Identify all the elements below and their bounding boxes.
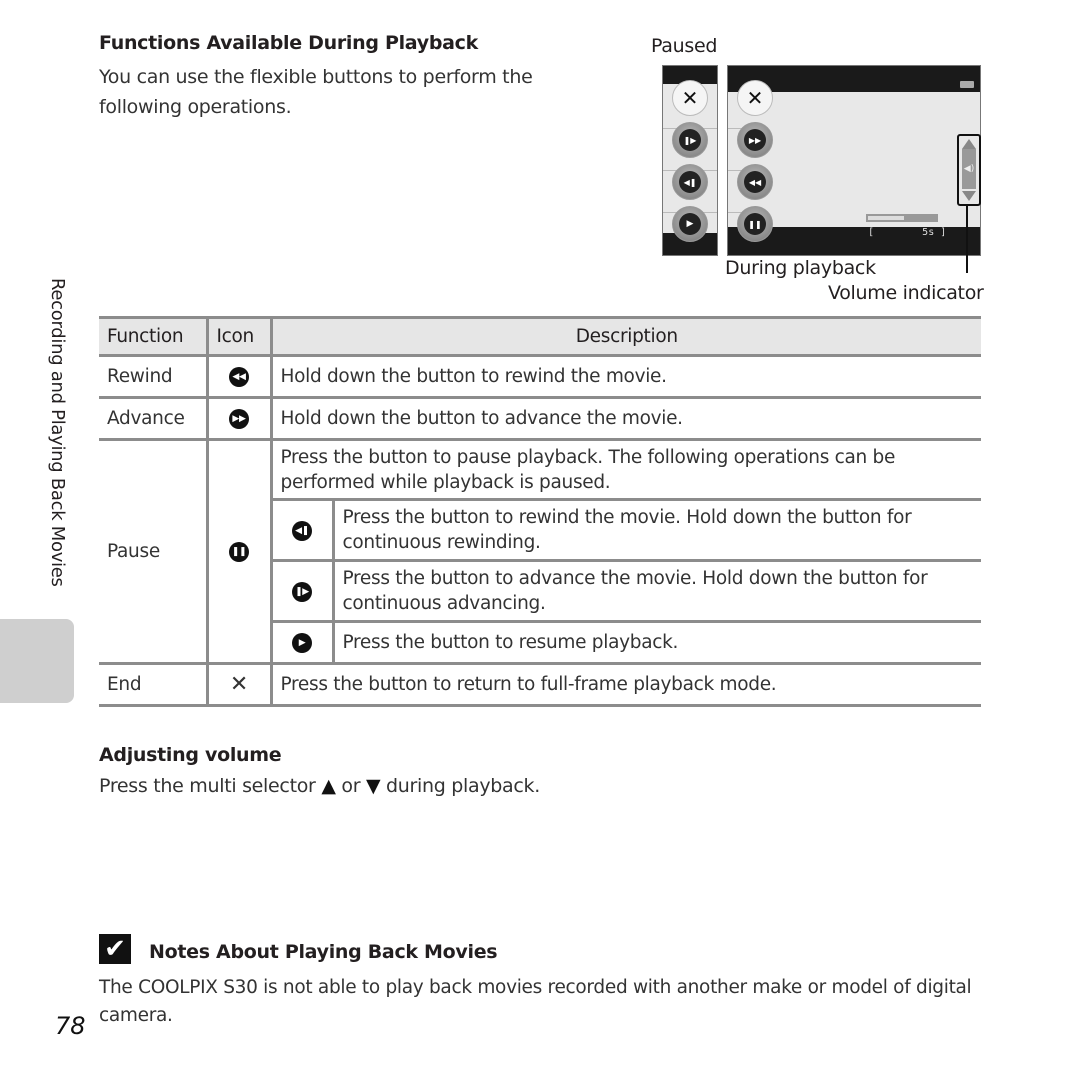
paused-label: Paused xyxy=(651,35,718,57)
function-name: Rewind xyxy=(99,354,207,399)
speaker-icon: ◀) xyxy=(962,149,976,189)
description: Press the button to pause playback. The … xyxy=(269,438,981,501)
section-title: Functions Available During Playback xyxy=(99,32,478,54)
progress-bar xyxy=(866,214,938,222)
check-icon: ✔ xyxy=(99,934,131,964)
up-arrow-icon: ▲ xyxy=(321,775,336,797)
frame-advance-icon: ❚▶ xyxy=(672,122,708,158)
description: Press the button to resume playback. xyxy=(331,620,981,665)
header-description: Description xyxy=(269,316,981,357)
table-header-row: Function Icon Description xyxy=(99,316,981,357)
description: Hold down the button to advance the movi… xyxy=(269,396,981,441)
time-display: [ 5s ] xyxy=(868,227,947,238)
paused-screen: ✕ ❚▶ ◀❚ ▶ xyxy=(662,65,718,256)
during-playback-label: During playback xyxy=(725,257,876,279)
advance-icon: ▶▶ xyxy=(205,396,271,441)
play-icon: ▶ xyxy=(269,620,333,665)
table-row: End ✕ Press the button to return to full… xyxy=(99,662,981,707)
description: Press the button to return to full-frame… xyxy=(269,662,981,707)
notes-heading: Notes About Playing Back Movies xyxy=(149,941,498,963)
close-icon: ✕ xyxy=(737,80,773,116)
chapter-side-label: Recording and Playing Back Movies xyxy=(47,278,68,587)
rewind-icon: ◀◀ xyxy=(205,354,271,399)
frame-rewind-icon: ◀❚ xyxy=(672,164,708,200)
volume-text: Press the multi selector ▲ or ▼ during p… xyxy=(99,775,540,797)
table-row: Advance ▶▶ Hold down the button to advan… xyxy=(99,396,981,441)
volume-indicator-label: Volume indicator xyxy=(828,282,984,304)
battery-icon xyxy=(960,81,974,88)
header-icon: Icon xyxy=(205,316,271,357)
pause-icon: ❚❚ xyxy=(737,206,773,242)
function-name: Pause xyxy=(99,438,207,665)
notes-text: The COOLPIX S30 is not able to play back… xyxy=(99,977,972,1026)
volume-heading: Adjusting volume xyxy=(99,744,282,766)
description: Press the button to advance the movie. H… xyxy=(331,559,981,623)
close-icon: ✕ xyxy=(205,662,271,707)
page-number: 78 xyxy=(55,1012,86,1040)
down-arrow-icon: ▼ xyxy=(365,775,381,797)
progress-fill xyxy=(868,216,904,220)
play-icon: ▶ xyxy=(672,206,708,242)
function-name: End xyxy=(99,662,207,707)
callout-line xyxy=(966,205,968,273)
function-name: Advance xyxy=(99,396,207,441)
advance-icon: ▶▶ xyxy=(737,122,773,158)
frame-advance-icon: ❚▶ xyxy=(269,559,333,623)
volume-indicator: ◀) xyxy=(957,134,981,206)
intro-text: You can use the flexible buttons to perf… xyxy=(99,66,533,118)
table-row: Pause ❚❚ Press the button to pause playb… xyxy=(99,438,981,665)
functions-table: Function Icon Description Rewind ◀◀ Hold… xyxy=(99,316,981,707)
chapter-tab xyxy=(0,619,74,703)
rewind-icon: ◀◀ xyxy=(737,164,773,200)
playback-screen: ✕ ▶▶ ◀◀ ❚❚ [ 5s ] ◀) xyxy=(727,65,981,256)
frame-rewind-icon: ◀❚ xyxy=(269,498,333,562)
header-function: Function xyxy=(99,316,207,357)
pause-icon: ❚❚ xyxy=(205,438,271,665)
description: Press the button to rewind the movie. Ho… xyxy=(331,498,981,562)
table-row: Rewind ◀◀ Hold down the button to rewind… xyxy=(99,354,981,399)
description: Hold down the button to rewind the movie… xyxy=(269,354,981,399)
close-icon: ✕ xyxy=(672,80,708,116)
